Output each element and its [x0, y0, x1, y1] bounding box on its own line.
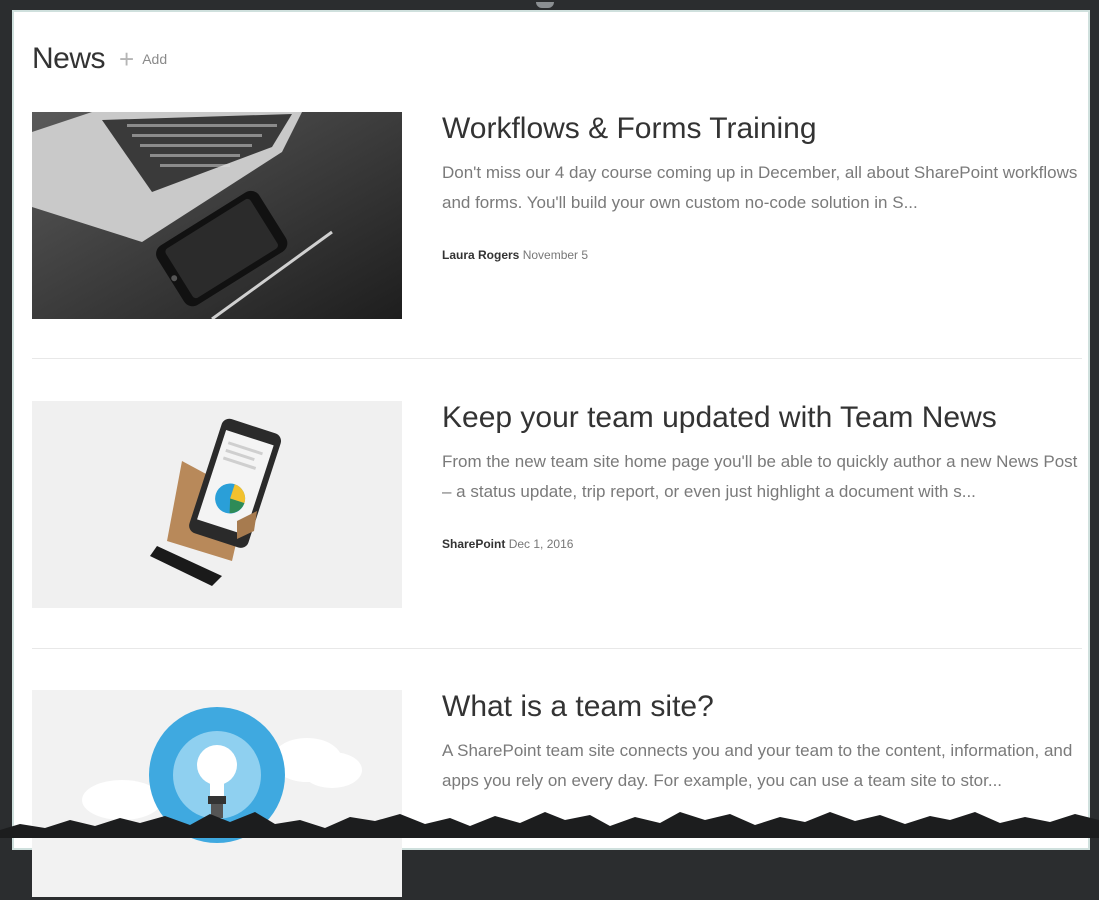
plus-icon: + — [119, 44, 135, 74]
news-title-link[interactable]: What is a team site? — [442, 690, 1082, 724]
news-description: From the new team site home page you'll … — [442, 452, 1078, 501]
news-title-link[interactable]: Workflows & Forms Training — [442, 112, 1082, 146]
divider — [32, 358, 1082, 359]
news-item-content: Workflows & Forms Training Don't miss ou… — [442, 112, 1082, 262]
news-title-link[interactable]: Keep your team updated with Team News — [442, 401, 1082, 435]
news-thumbnail-laptop[interactable] — [32, 112, 402, 319]
news-description: Don't miss our 4 day course coming up in… — [442, 163, 1078, 212]
window-handle — [536, 2, 554, 8]
add-news-button[interactable]: + Add — [119, 44, 168, 74]
laptop-phone-image — [32, 112, 402, 319]
divider — [32, 648, 1082, 649]
hand-phone-image — [32, 401, 402, 608]
news-item-2[interactable]: Keep your team updated with Team News Fr… — [32, 401, 1082, 611]
news-author: Laura Rogers — [442, 248, 520, 262]
news-meta: SharePoint Dec 1, 2016 — [442, 537, 1082, 551]
news-thumbnail-phone[interactable] — [32, 401, 402, 608]
news-description: A SharePoint team site connects you and … — [442, 741, 1073, 790]
news-item-content: Keep your team updated with Team News Fr… — [442, 401, 1082, 551]
add-label: Add — [142, 51, 168, 67]
news-item-1[interactable]: Workflows & Forms Training Don't miss ou… — [32, 112, 1082, 322]
news-date: Dec 1, 2016 — [508, 537, 574, 551]
news-date: November 5 — [522, 248, 589, 262]
news-item-content: What is a team site? A SharePoint team s… — [442, 690, 1082, 796]
news-webpart: News + Add Workflows & Forms Training Do… — [12, 10, 1090, 897]
news-header: News + Add — [32, 42, 167, 76]
page-title: News — [32, 42, 106, 75]
news-author: SharePoint — [442, 537, 506, 551]
torn-edge — [0, 812, 1099, 838]
news-meta: Laura Rogers November 5 — [442, 248, 1082, 262]
